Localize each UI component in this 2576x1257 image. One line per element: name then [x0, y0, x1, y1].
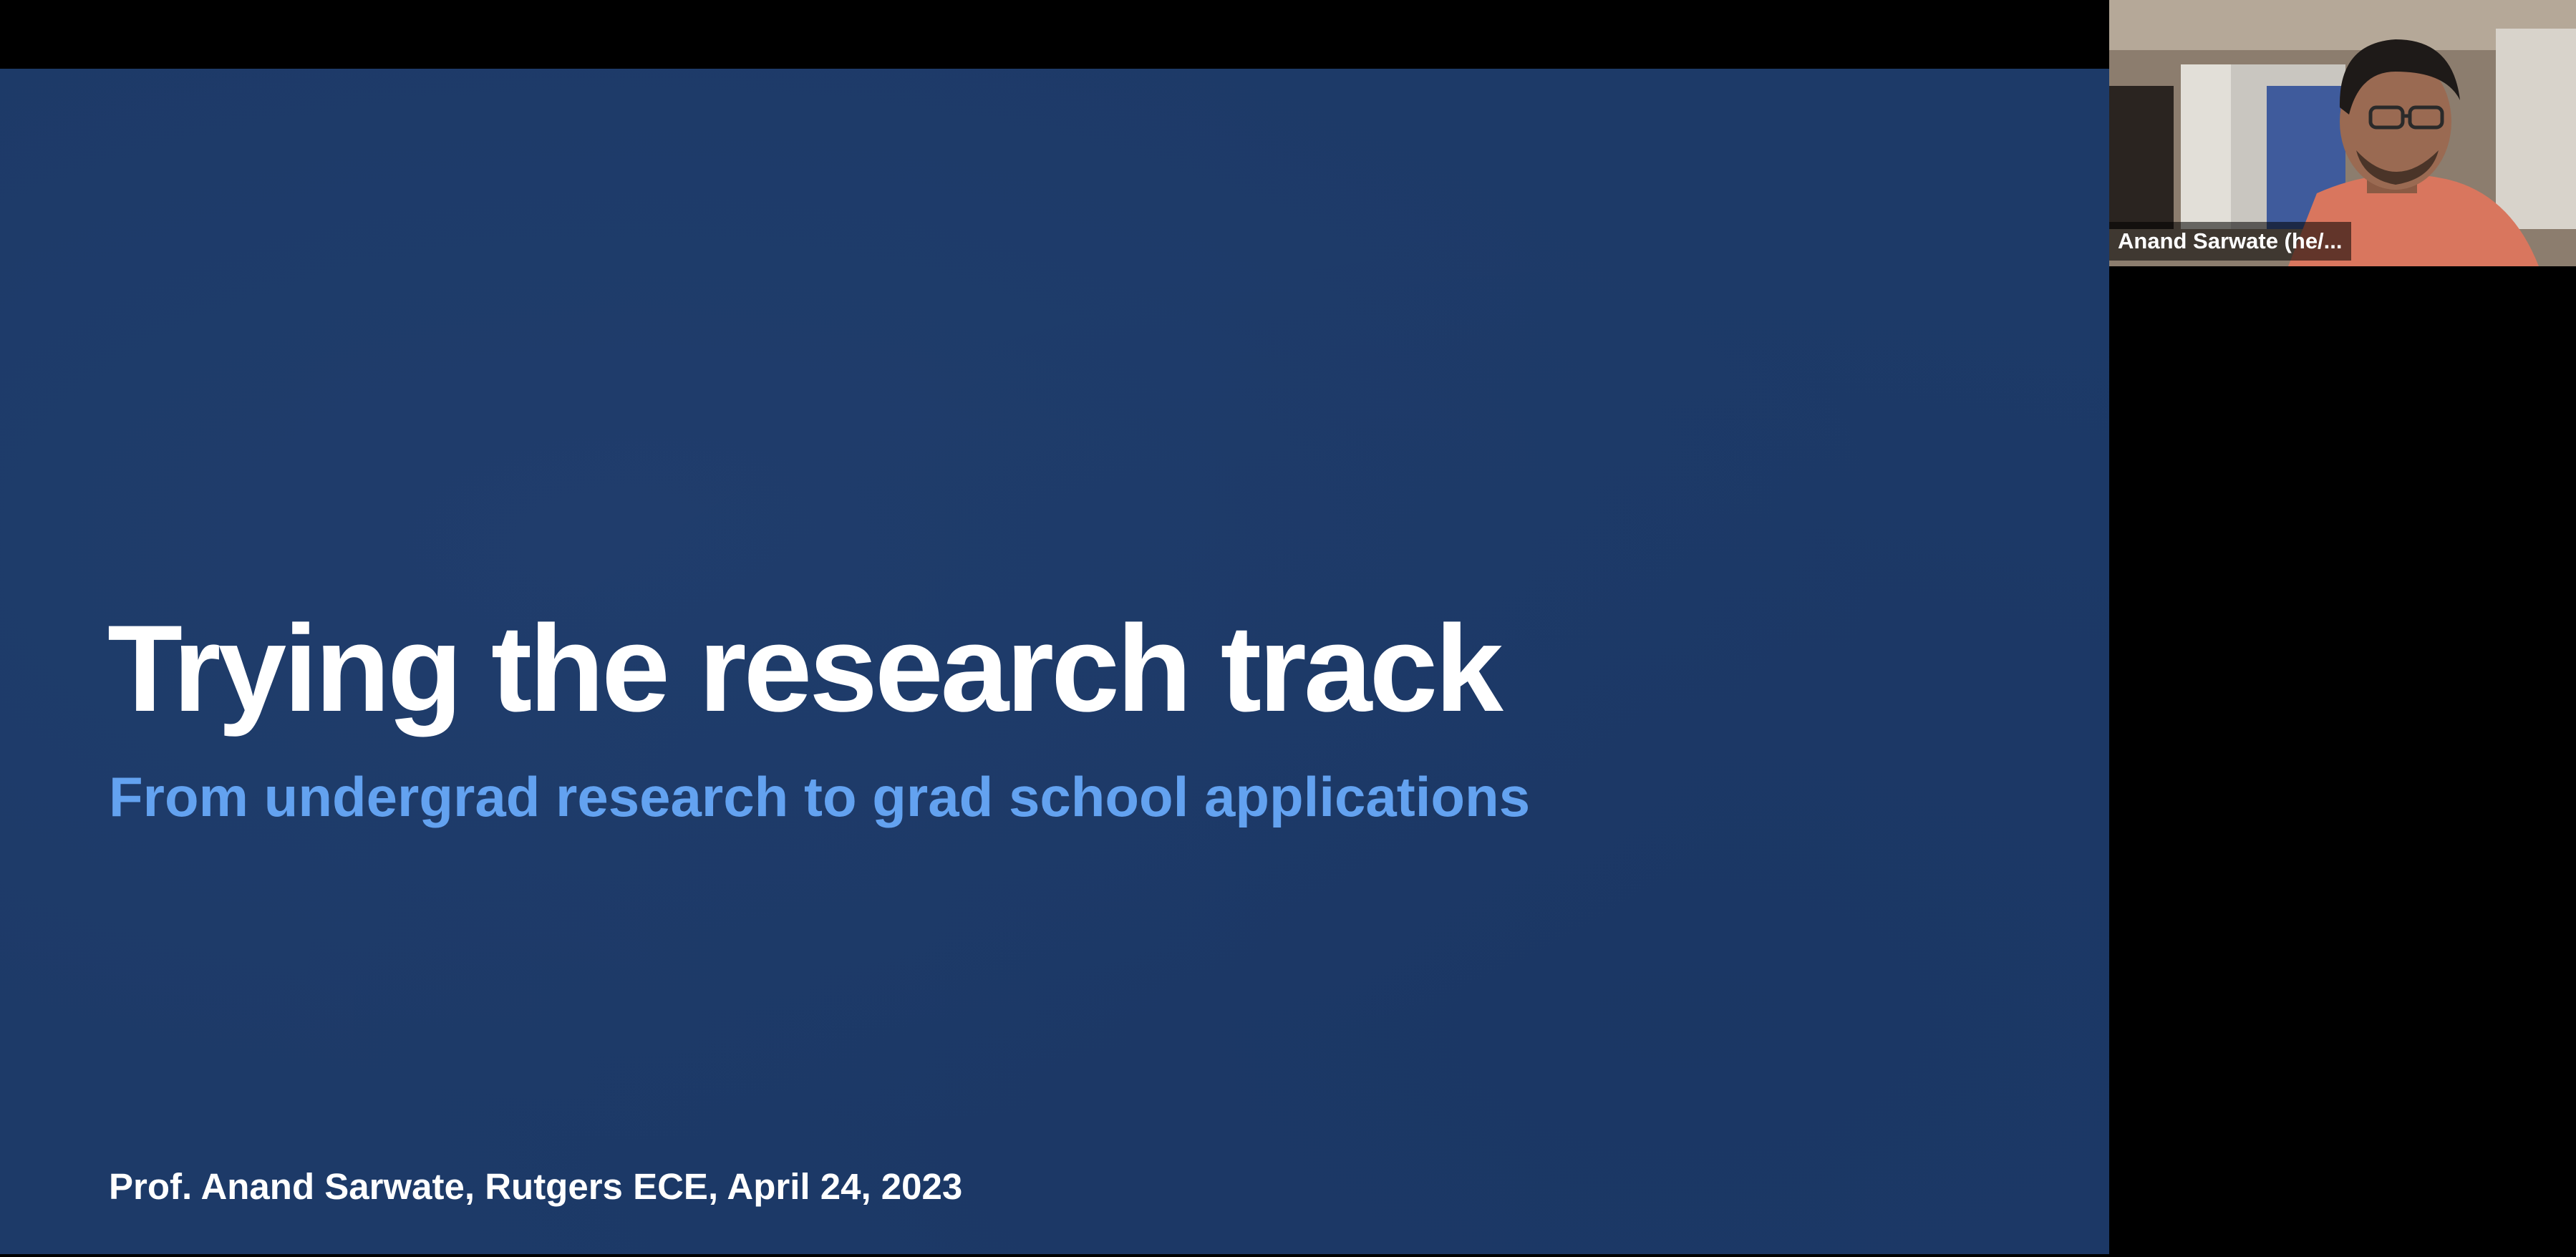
- participant-video-tile[interactable]: Anand Sarwate (he/...: [2109, 0, 2576, 266]
- slide-presenter-info: Prof. Anand Sarwate, Rutgers ECE, April …: [109, 1166, 963, 1207]
- shared-screen-slide: Trying the research track From undergrad…: [0, 69, 2109, 1254]
- slide-title: Trying the research track: [107, 600, 1504, 737]
- slide-subtitle: From undergrad research to grad school a…: [109, 765, 1531, 828]
- participant-name-label: Anand Sarwate (he/...: [2109, 222, 2351, 261]
- meeting-window: Trying the research track From undergrad…: [0, 0, 2576, 1257]
